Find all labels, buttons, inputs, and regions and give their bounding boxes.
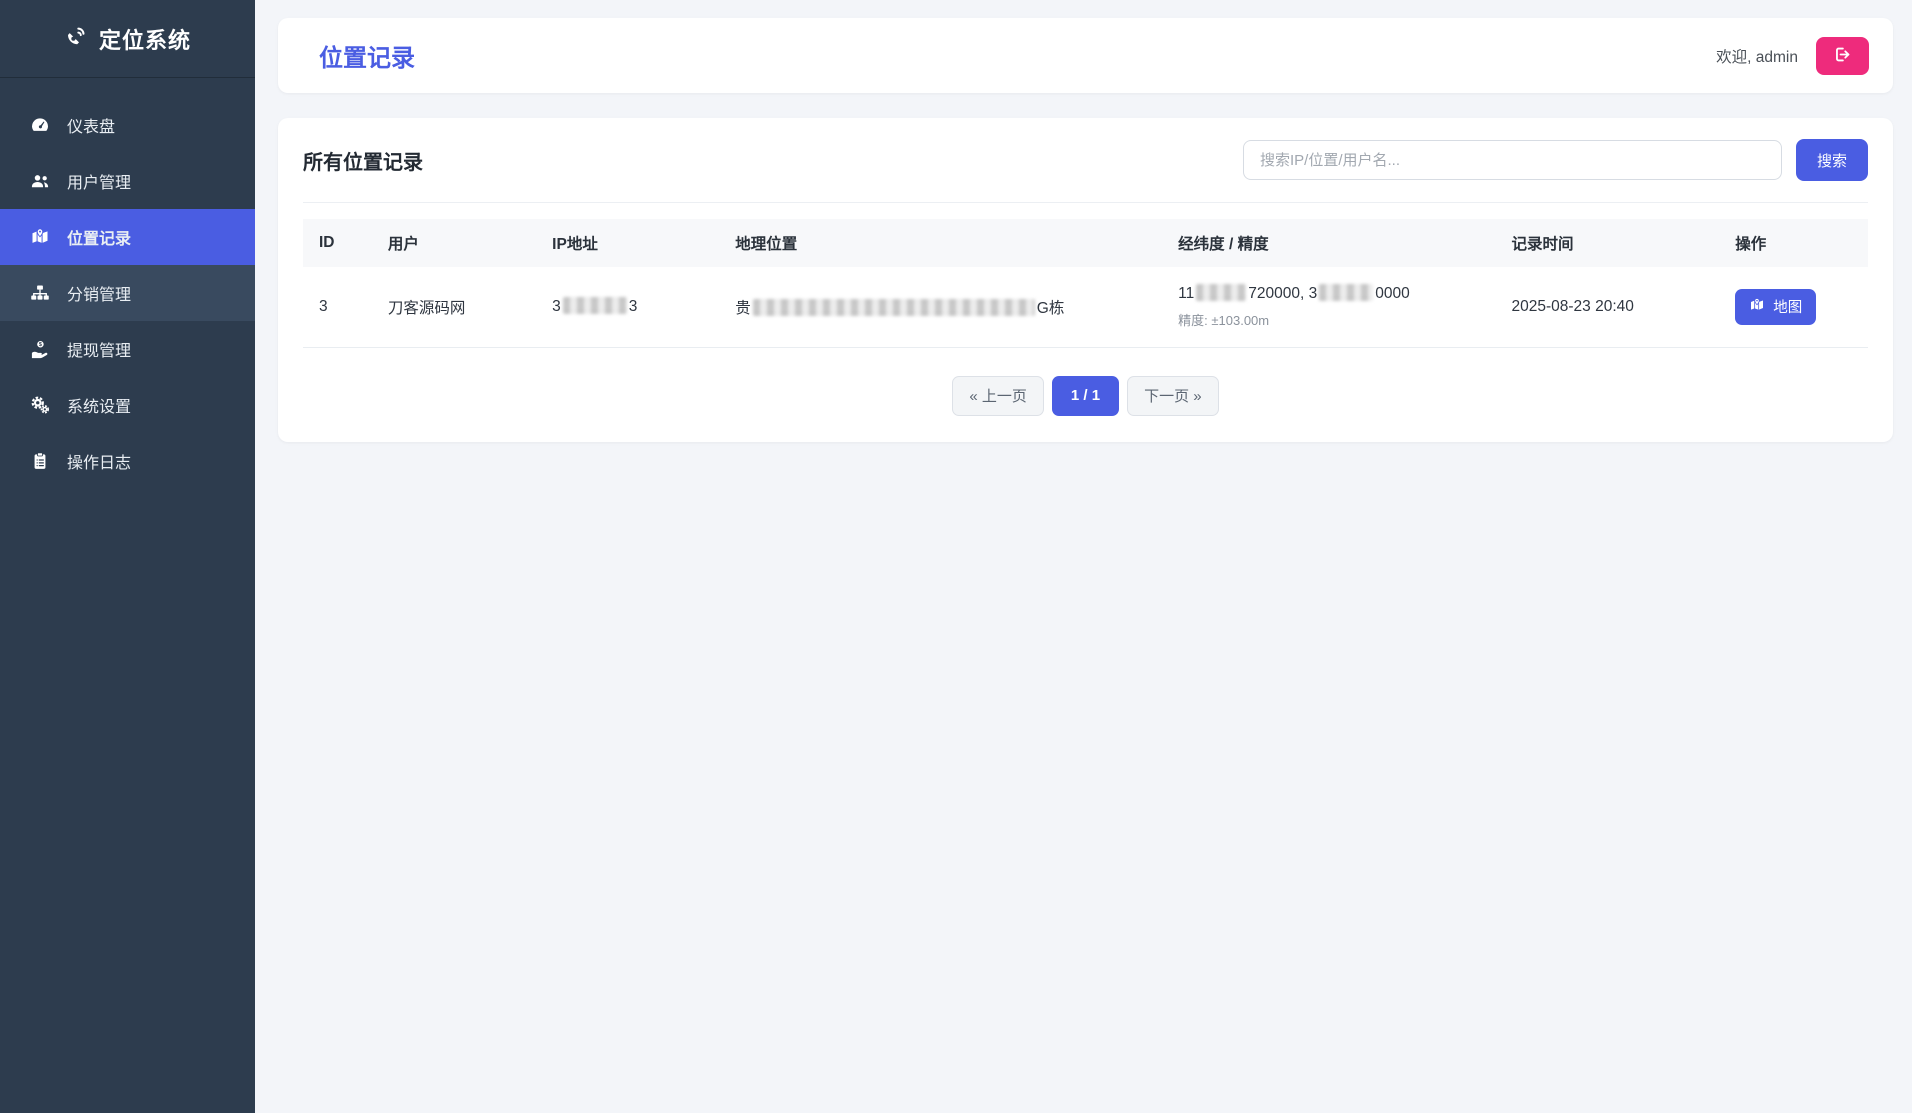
accuracy-text: 精度: ±103.00m bbox=[1178, 310, 1479, 329]
app-logo: 定位系统 bbox=[0, 0, 255, 78]
prev-page-button[interactable]: « 上一页 bbox=[952, 376, 1044, 416]
sidebar-item-label: 操作日志 bbox=[67, 449, 131, 473]
search-input[interactable] bbox=[1243, 140, 1782, 180]
sidebar-item-logs[interactable]: 操作日志 bbox=[0, 433, 255, 489]
next-page-button[interactable]: 下一页 » bbox=[1127, 376, 1219, 416]
cell-time: 2025-08-23 20:40 bbox=[1496, 267, 1720, 347]
sidebar-item-label: 提现管理 bbox=[67, 337, 131, 361]
cell-actions: 地图 bbox=[1719, 267, 1868, 347]
sidebar: 定位系统 仪表盘 bbox=[0, 0, 255, 1113]
sidebar-item-label: 系统设置 bbox=[67, 393, 131, 417]
table-header-row: ID 用户 IP地址 地理位置 经纬度 / 精度 记录时间 操作 bbox=[303, 219, 1868, 267]
cell-ip: 33 bbox=[536, 267, 719, 347]
sidebar-item-settings[interactable]: 系统设置 bbox=[0, 377, 255, 433]
hand-holding-money-icon: $ bbox=[29, 338, 51, 360]
page-title: 位置记录 bbox=[319, 38, 415, 73]
map-icon bbox=[1749, 297, 1765, 317]
col-header-coords: 经纬度 / 精度 bbox=[1162, 219, 1495, 267]
map-marker-icon bbox=[29, 226, 51, 248]
users-icon bbox=[29, 170, 51, 192]
cell-coords: 11720000, 30000 精度: ±103.00m bbox=[1162, 267, 1495, 347]
gauge-icon bbox=[29, 114, 51, 136]
sidebar-item-distribution[interactable]: 分销管理 bbox=[0, 265, 255, 321]
panel-header: 所有位置记录 搜索 bbox=[303, 118, 1868, 203]
logout-button[interactable] bbox=[1816, 37, 1869, 75]
col-header-time: 记录时间 bbox=[1496, 219, 1720, 267]
col-header-user: 用户 bbox=[372, 219, 536, 267]
map-button-label: 地图 bbox=[1773, 296, 1802, 317]
sidebar-item-withdrawals[interactable]: $ 提现管理 bbox=[0, 321, 255, 377]
sign-out-icon bbox=[1833, 45, 1852, 67]
cell-user: 刀客源码网 bbox=[372, 267, 536, 347]
welcome-text: 欢迎, admin bbox=[1716, 45, 1798, 67]
col-header-ip: IP地址 bbox=[536, 219, 719, 267]
search-button[interactable]: 搜索 bbox=[1796, 139, 1868, 181]
main-content: 位置记录 欢迎, admin 所有位置记录 bbox=[255, 0, 1912, 1113]
search-box: 搜索 bbox=[1243, 139, 1868, 181]
sidebar-item-label: 位置记录 bbox=[67, 225, 131, 249]
sidebar-item-dashboard[interactable]: 仪表盘 bbox=[0, 97, 255, 153]
panel-title: 所有位置记录 bbox=[303, 146, 423, 175]
sidebar-item-locations[interactable]: 位置记录 bbox=[0, 209, 255, 265]
records-panel: 所有位置记录 搜索 ID 用户 IP地址 bbox=[278, 118, 1893, 442]
col-header-actions: 操作 bbox=[1719, 219, 1868, 267]
coordinates-text: 11720000, 30000 bbox=[1178, 284, 1479, 303]
top-bar: 位置记录 欢迎, admin bbox=[278, 18, 1893, 93]
svg-text:$: $ bbox=[39, 342, 42, 348]
table-row: 3 刀客源码网 33 贵G栋 11720000, 30000 精度: ±103.… bbox=[303, 267, 1868, 347]
sidebar-item-users[interactable]: 用户管理 bbox=[0, 153, 255, 209]
sidebar-item-label: 分销管理 bbox=[67, 281, 131, 305]
records-table: ID 用户 IP地址 地理位置 经纬度 / 精度 记录时间 操作 3 刀客源码网 bbox=[303, 219, 1868, 416]
app-window: 定位系统 仪表盘 bbox=[0, 0, 1912, 1113]
redacted-blur bbox=[1196, 284, 1246, 301]
col-header-id: ID bbox=[303, 219, 372, 267]
col-header-location: 地理位置 bbox=[719, 219, 1162, 267]
satellite-dish-icon bbox=[64, 24, 88, 53]
sidebar-item-label: 用户管理 bbox=[67, 169, 131, 193]
current-page-indicator[interactable]: 1 / 1 bbox=[1052, 376, 1119, 416]
app-title: 定位系统 bbox=[99, 23, 191, 55]
map-button[interactable]: 地图 bbox=[1735, 289, 1816, 325]
sidebar-item-label: 仪表盘 bbox=[67, 113, 115, 137]
sidebar-nav: 仪表盘 用户管理 bbox=[0, 78, 255, 489]
redacted-blur bbox=[563, 297, 627, 314]
pagination: « 上一页 1 / 1 下一页 » bbox=[303, 376, 1868, 416]
clipboard-icon bbox=[29, 450, 51, 472]
sitemap-icon bbox=[29, 282, 51, 304]
gears-icon bbox=[29, 394, 51, 416]
cell-location: 贵G栋 bbox=[719, 267, 1162, 347]
redacted-blur bbox=[753, 299, 1035, 316]
redacted-blur bbox=[1319, 284, 1373, 301]
cell-id: 3 bbox=[303, 267, 372, 347]
